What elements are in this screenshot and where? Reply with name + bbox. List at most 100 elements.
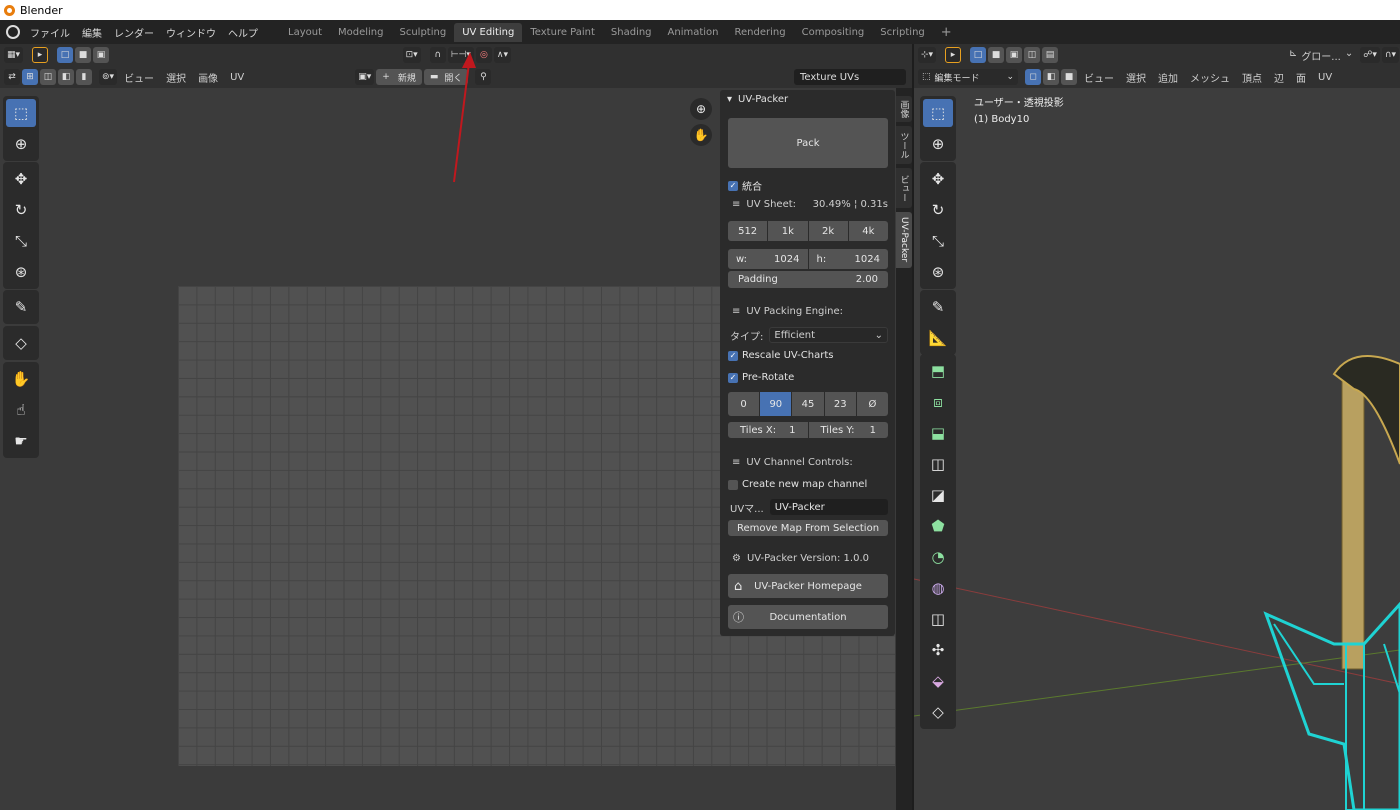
new-image-button[interactable]: + 新規 bbox=[376, 69, 422, 85]
rip-tool-icon[interactable]: ◇ bbox=[923, 698, 953, 726]
size-2k-button[interactable]: 2k bbox=[808, 221, 848, 241]
mode-dropdown[interactable]: ⬚ 編集モード ⌄ bbox=[918, 69, 1018, 85]
rescale-checkbox[interactable]: ✓ Rescale UV-Charts bbox=[728, 350, 833, 361]
tab-view[interactable]: ビュー bbox=[896, 168, 912, 208]
prerotate-checkbox[interactable]: ✓ Pre-Rotate bbox=[728, 372, 794, 383]
transform-tool-icon[interactable]: ⊛ bbox=[923, 258, 953, 286]
homepage-button[interactable]: ⌂ UV-Packer Homepage bbox=[728, 574, 888, 598]
select-box-tool-icon[interactable]: ⬚ bbox=[6, 99, 36, 127]
vertex-mode-icon[interactable]: ◻ bbox=[1025, 69, 1041, 85]
rotation-0-button[interactable]: 0 bbox=[728, 392, 760, 416]
menu-uv[interactable]: UV bbox=[1312, 72, 1338, 83]
blender-menu-icon[interactable] bbox=[6, 25, 20, 39]
scale-tool-icon[interactable]: ⤡ bbox=[6, 227, 36, 255]
select-mode-new-icon[interactable]: □ bbox=[57, 47, 74, 63]
rip-tool-icon[interactable]: ◇ bbox=[6, 329, 36, 357]
cursor-tool-icon[interactable]: ⊕ bbox=[6, 130, 36, 158]
select-mode-invert-icon[interactable]: ◫ bbox=[1024, 47, 1041, 63]
pinch-tool-icon[interactable]: ☛ bbox=[6, 427, 36, 455]
loop-cut-tool-icon[interactable]: ◫ bbox=[923, 450, 953, 478]
shrink-tool-icon[interactable]: ✣ bbox=[923, 636, 953, 664]
select-mode-subtract-icon[interactable]: ▣ bbox=[93, 47, 110, 63]
tab-sculpting[interactable]: Sculpting bbox=[392, 23, 455, 42]
annotate-tool-icon[interactable]: ✎ bbox=[6, 293, 36, 321]
knife-tool-icon[interactable]: ◪ bbox=[923, 481, 953, 509]
select-mode-extend-icon[interactable]: ■ bbox=[75, 47, 92, 63]
sync-selection-icon[interactable]: ⇄ bbox=[4, 69, 20, 85]
move-tool-icon[interactable]: ✥ bbox=[6, 165, 36, 193]
tab-rendering[interactable]: Rendering bbox=[727, 23, 794, 42]
rotation-45-button[interactable]: 45 bbox=[792, 392, 824, 416]
move-tool-icon[interactable]: ✥ bbox=[923, 165, 953, 193]
select-box-tool-icon[interactable]: ⬚ bbox=[923, 99, 953, 127]
tab-texture-paint[interactable]: Texture Paint bbox=[522, 23, 603, 42]
menu-edge[interactable]: 辺 bbox=[1268, 70, 1290, 85]
3d-viewport[interactable]: ⊹▾ ▸ □ ■ ▣ ◫ ▤ ⊾ グロー... ⌄ ☍▾ ∩▾ ⬚ 編集モード ⌄ ◻ … bbox=[914, 44, 1400, 810]
snap-icon[interactable]: ∩ bbox=[429, 47, 446, 63]
tab-uv-packer[interactable]: UV-Packer bbox=[896, 212, 912, 268]
select-mode-new-icon[interactable]: □ bbox=[970, 47, 987, 63]
tiles-y-field[interactable]: Tiles Y: 1 bbox=[808, 422, 888, 438]
menu-select[interactable]: 選択 bbox=[160, 70, 192, 85]
zoom-icon[interactable]: ⊕ bbox=[690, 98, 712, 120]
menu-edit[interactable]: 編集 bbox=[76, 25, 108, 40]
edge-select-icon[interactable]: ◫ bbox=[40, 69, 56, 85]
rotation-23-button[interactable]: 23 bbox=[824, 392, 856, 416]
grab-tool-icon[interactable]: ✋ bbox=[6, 365, 36, 393]
smooth-tool-icon[interactable]: ◍ bbox=[923, 574, 953, 602]
measure-tool-icon[interactable]: 📐 bbox=[923, 324, 953, 352]
rotate-tool-icon[interactable]: ↻ bbox=[6, 196, 36, 224]
cursor-tool-icon[interactable]: ⊕ bbox=[923, 130, 953, 158]
sticky-select-icon[interactable]: ⊚▾ bbox=[99, 69, 118, 85]
menu-view[interactable]: ビュー bbox=[118, 70, 160, 85]
open-image-button[interactable]: ▬ 開く bbox=[423, 69, 469, 85]
falloff-icon[interactable]: ∧▾ bbox=[493, 47, 511, 63]
spin-tool-icon[interactable]: ◔ bbox=[923, 543, 953, 571]
face-select-icon[interactable]: ◧ bbox=[58, 69, 74, 85]
menu-file[interactable]: ファイル bbox=[24, 25, 76, 40]
tab-compositing[interactable]: Compositing bbox=[794, 23, 873, 42]
width-field[interactable]: w: 1024 bbox=[728, 249, 808, 269]
snap-target-icon[interactable]: ⊢⊣▾ bbox=[447, 47, 474, 63]
uvmap-field[interactable]: UV-Packer bbox=[769, 499, 888, 515]
menu-help[interactable]: ヘルプ bbox=[222, 25, 264, 40]
transform-orientation-dropdown[interactable]: ⊾ グロー... ⌄ bbox=[1283, 48, 1359, 63]
padding-field[interactable]: Padding 2.00 bbox=[728, 271, 888, 288]
select-mode-extend-icon[interactable]: ■ bbox=[988, 47, 1005, 63]
shear-tool-icon[interactable]: ⬙ bbox=[923, 667, 953, 695]
pivot-icon[interactable]: ⊡▾ bbox=[402, 47, 421, 63]
relax-tool-icon[interactable]: ☝ bbox=[6, 396, 36, 424]
tab-layout[interactable]: Layout bbox=[280, 23, 330, 42]
menu-vertex[interactable]: 頂点 bbox=[1236, 70, 1268, 85]
poly-build-tool-icon[interactable]: ⬟ bbox=[923, 512, 953, 540]
select-mode-subtract-icon[interactable]: ▣ bbox=[1006, 47, 1023, 63]
tiles-x-field[interactable]: Tiles X: 1 bbox=[728, 422, 808, 438]
rotation-90-button[interactable]: 90 bbox=[760, 392, 792, 416]
tab-tool[interactable]: ツール bbox=[896, 126, 912, 164]
menu-face[interactable]: 面 bbox=[1290, 70, 1312, 85]
menu-mesh[interactable]: メッシュ bbox=[1184, 70, 1236, 85]
vertex-select-icon[interactable]: ⊞ bbox=[22, 69, 38, 85]
edge-mode-icon[interactable]: ◧ bbox=[1043, 69, 1059, 85]
inset-tool-icon[interactable]: ⧈ bbox=[923, 388, 953, 416]
tab-modeling[interactable]: Modeling bbox=[330, 23, 392, 42]
size-4k-button[interactable]: 4k bbox=[848, 221, 888, 241]
create-channel-checkbox[interactable]: Create new map channel bbox=[728, 479, 867, 490]
transform-tool-icon[interactable]: ⊛ bbox=[6, 258, 36, 286]
uv-packer-panel-header[interactable]: ▾ UV-Packer bbox=[720, 90, 895, 108]
bevel-tool-icon[interactable]: ⬓ bbox=[923, 419, 953, 447]
uv-map-name-field[interactable]: Texture UVs bbox=[794, 69, 906, 85]
remove-map-button[interactable]: Remove Map From Selection bbox=[728, 520, 888, 536]
tab-uv-editing[interactable]: UV Editing bbox=[454, 22, 523, 42]
size-512-button[interactable]: 512 bbox=[728, 221, 768, 241]
annotate-tool-icon[interactable]: ✎ bbox=[923, 293, 953, 321]
select-tool-icon[interactable]: ▸ bbox=[32, 47, 49, 63]
tab-shading[interactable]: Shading bbox=[603, 23, 660, 42]
editor-type-icon[interactable]: ▦▾ bbox=[4, 47, 24, 63]
menu-select[interactable]: 選択 bbox=[1120, 70, 1152, 85]
pan-icon[interactable]: ✋ bbox=[690, 124, 712, 146]
pin-icon[interactable]: ⚲ bbox=[475, 69, 492, 85]
menu-render[interactable]: レンダー bbox=[108, 25, 160, 40]
menu-image[interactable]: 画像 bbox=[192, 70, 224, 85]
size-1k-button[interactable]: 1k bbox=[768, 221, 808, 241]
